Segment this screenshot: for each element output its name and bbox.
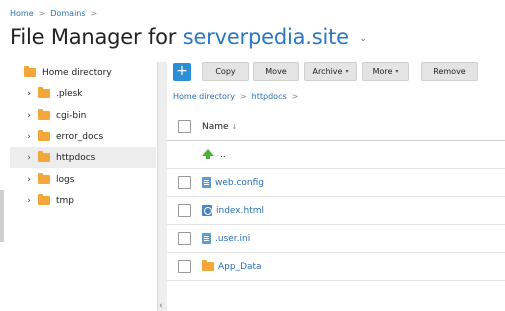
file-icon [202, 233, 211, 244]
path-current[interactable]: httpdocs [252, 92, 287, 101]
collapse-sidebar-icon[interactable]: ‹ [159, 301, 163, 311]
domain-selector[interactable]: serverpedia.site [183, 25, 349, 49]
folder-icon [38, 151, 50, 162]
table-row[interactable]: web.config [167, 169, 505, 197]
folder-icon [38, 130, 50, 141]
chevron-right-icon[interactable]: › [24, 89, 34, 99]
chevron-right-icon[interactable]: › [24, 175, 34, 185]
remove-button[interactable]: Remove [421, 62, 478, 81]
parent-directory-link[interactable]: .. [202, 149, 226, 160]
folder-icon [202, 260, 214, 271]
page-title-prefix: File Manager for [10, 25, 177, 49]
copy-button-label: Copy [215, 67, 236, 76]
more-button-label: More [372, 67, 393, 76]
breadcrumb-home[interactable]: Home [10, 9, 34, 18]
chevron-down-icon[interactable]: ⌄ [359, 34, 367, 44]
folder-icon [38, 109, 50, 120]
folder-icon [38, 87, 50, 98]
page-title: File Manager for serverpedia.site ⌄ [10, 25, 367, 49]
row-checkbox[interactable] [178, 204, 191, 217]
folder-icon [38, 173, 50, 184]
tree-item-tmp[interactable]: › tmp [10, 190, 156, 211]
sort-down-icon: ↓ [231, 122, 238, 131]
name-column-header[interactable]: Name ↓ [202, 122, 237, 132]
table-row[interactable]: App_Data [167, 253, 505, 281]
path-home[interactable]: Home directory [173, 92, 235, 101]
file-name-cell[interactable]: index.html [202, 205, 264, 216]
folder-icon [38, 194, 50, 205]
tree-item-error-docs[interactable]: › error_docs [10, 126, 156, 147]
row-checkbox[interactable] [178, 176, 191, 189]
up-arrow-icon [202, 149, 214, 159]
tree-item-label: Home directory [42, 67, 112, 78]
tree-item-cgi-bin[interactable]: › cgi-bin [10, 105, 156, 126]
tree-item-plesk[interactable]: › .plesk [10, 83, 156, 104]
file-name-cell[interactable]: App_Data [202, 260, 262, 272]
chevron-down-icon: ▾ [345, 68, 349, 75]
remove-button-label: Remove [433, 67, 466, 76]
file-icon [202, 177, 211, 188]
row-checkbox[interactable] [178, 232, 191, 245]
archive-button[interactable]: Archive ▾ [304, 62, 357, 81]
chevron-right-icon[interactable]: › [24, 111, 34, 121]
tree-item-httpdocs[interactable]: › httpdocs [10, 147, 156, 168]
tree-item-label: tmp [56, 195, 75, 206]
select-all-checkbox[interactable] [178, 120, 191, 133]
table-header: Name ↓ [167, 113, 505, 141]
chevron-down-icon: ▾ [395, 68, 399, 75]
table-row-parent[interactable]: .. [167, 141, 505, 169]
chevron-right-icon[interactable]: › [24, 196, 34, 206]
breadcrumb: Home > Domains > [10, 9, 97, 18]
tree-item-label: error_docs [56, 131, 104, 142]
current-path: Home directory > httpdocs > [173, 92, 298, 101]
tree-item-logs[interactable]: › logs [10, 169, 156, 190]
tree-item-label: logs [56, 174, 75, 185]
file-name-cell[interactable]: web.config [202, 177, 264, 188]
breadcrumb-separator: > [90, 9, 98, 18]
move-button[interactable]: Move [253, 62, 299, 81]
archive-button-label: Archive [312, 67, 343, 76]
copy-button[interactable]: Copy [202, 62, 249, 81]
tree-item-label: httpdocs [56, 152, 96, 163]
directory-tree: Home directory › .plesk › cgi-bin › erro… [0, 62, 157, 311]
folder-icon [24, 66, 36, 77]
breadcrumb-separator: > [38, 9, 46, 18]
path-separator: > [291, 92, 299, 101]
html-file-icon [202, 205, 212, 216]
chevron-right-icon[interactable]: › [24, 153, 34, 163]
panel-divider[interactable]: ‹ [157, 62, 167, 311]
table-row[interactable]: .user.ini [167, 225, 505, 253]
move-button-label: Move [265, 67, 287, 76]
tree-item-label: cgi-bin [56, 110, 87, 121]
more-button[interactable]: More ▾ [362, 62, 409, 81]
tree-item-home-directory[interactable]: Home directory [10, 62, 156, 83]
chevron-right-icon[interactable]: › [24, 132, 34, 142]
tree-item-label: .plesk [56, 88, 83, 99]
toolbar: + [173, 62, 191, 82]
breadcrumb-domains[interactable]: Domains [50, 9, 85, 18]
path-separator: > [239, 92, 247, 101]
file-name-cell[interactable]: .user.ini [202, 233, 250, 244]
table-row[interactable]: index.html [167, 197, 505, 225]
scrollbar-thumb[interactable] [0, 190, 4, 242]
row-checkbox[interactable] [178, 260, 191, 273]
add-button[interactable]: + [173, 63, 191, 81]
